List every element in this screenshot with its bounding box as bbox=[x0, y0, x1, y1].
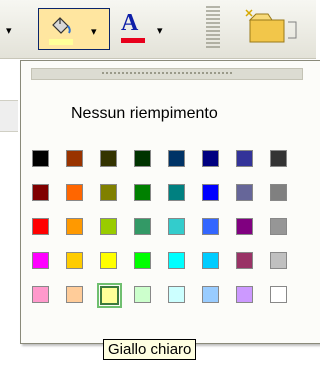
color-swatch[interactable] bbox=[270, 286, 287, 303]
chevron-down-icon[interactable]: ▾ bbox=[157, 25, 163, 36]
color-swatch[interactable] bbox=[32, 286, 49, 303]
color-swatch[interactable] bbox=[202, 252, 219, 269]
color-swatch[interactable] bbox=[66, 252, 83, 269]
color-swatch[interactable] bbox=[236, 150, 253, 167]
color-swatch[interactable] bbox=[100, 218, 117, 235]
font-color-button[interactable]: A ▾ bbox=[113, 8, 175, 48]
color-swatch[interactable] bbox=[202, 184, 219, 201]
font-color-indicator bbox=[121, 38, 145, 43]
color-swatch[interactable] bbox=[202, 286, 219, 303]
color-swatch[interactable] bbox=[134, 150, 151, 167]
color-swatch-selected[interactable] bbox=[97, 283, 122, 308]
color-swatch[interactable] bbox=[134, 184, 151, 201]
fill-color-palette: Nessun riempimento bbox=[20, 60, 320, 344]
color-swatch[interactable] bbox=[66, 218, 83, 235]
fill-color-button[interactable]: ▾ bbox=[38, 8, 110, 50]
color-swatch[interactable] bbox=[134, 218, 151, 235]
color-swatch[interactable] bbox=[270, 184, 287, 201]
color-swatch[interactable] bbox=[270, 218, 287, 235]
color-swatch[interactable] bbox=[32, 150, 49, 167]
color-swatch[interactable] bbox=[32, 218, 49, 235]
color-swatch[interactable] bbox=[168, 286, 185, 303]
color-tooltip: Giallo chiaro bbox=[103, 339, 197, 360]
color-swatch[interactable] bbox=[236, 286, 253, 303]
chevron-down-icon[interactable]: ▾ bbox=[91, 26, 97, 37]
toolbar-grip[interactable] bbox=[206, 6, 220, 50]
color-swatch[interactable] bbox=[168, 218, 185, 235]
color-swatch[interactable] bbox=[32, 252, 49, 269]
sheet-row-header bbox=[0, 100, 18, 132]
color-swatch[interactable] bbox=[134, 286, 151, 303]
color-swatch[interactable] bbox=[32, 184, 49, 201]
color-swatch[interactable] bbox=[168, 150, 185, 167]
paint-bucket-icon bbox=[52, 17, 71, 34]
color-swatch[interactable] bbox=[100, 184, 117, 201]
color-swatch[interactable] bbox=[134, 252, 151, 269]
color-swatch[interactable] bbox=[66, 286, 83, 303]
color-swatch[interactable] bbox=[270, 150, 287, 167]
color-swatch[interactable] bbox=[236, 252, 253, 269]
color-swatch[interactable] bbox=[66, 184, 83, 201]
color-swatch[interactable] bbox=[270, 252, 287, 269]
dropdown-arrow-icon[interactable]: ▾ bbox=[6, 25, 12, 36]
color-swatch[interactable] bbox=[100, 150, 117, 167]
fill-color-indicator bbox=[49, 39, 73, 45]
palette-drag-handle[interactable] bbox=[31, 68, 303, 80]
open-folder-icon[interactable] bbox=[244, 8, 300, 48]
no-fill-option[interactable]: Nessun riempimento bbox=[71, 105, 218, 123]
color-swatch[interactable] bbox=[168, 184, 185, 201]
color-swatch[interactable] bbox=[236, 184, 253, 201]
formatting-toolbar: ▾ ▾ A ▾ bbox=[0, 0, 316, 59]
color-swatch[interactable] bbox=[236, 218, 253, 235]
color-swatch[interactable] bbox=[100, 252, 117, 269]
font-color-icon: A bbox=[121, 10, 139, 36]
color-swatch[interactable] bbox=[202, 218, 219, 235]
color-swatch[interactable] bbox=[66, 150, 83, 167]
color-swatch[interactable] bbox=[202, 150, 219, 167]
color-swatch[interactable] bbox=[168, 252, 185, 269]
